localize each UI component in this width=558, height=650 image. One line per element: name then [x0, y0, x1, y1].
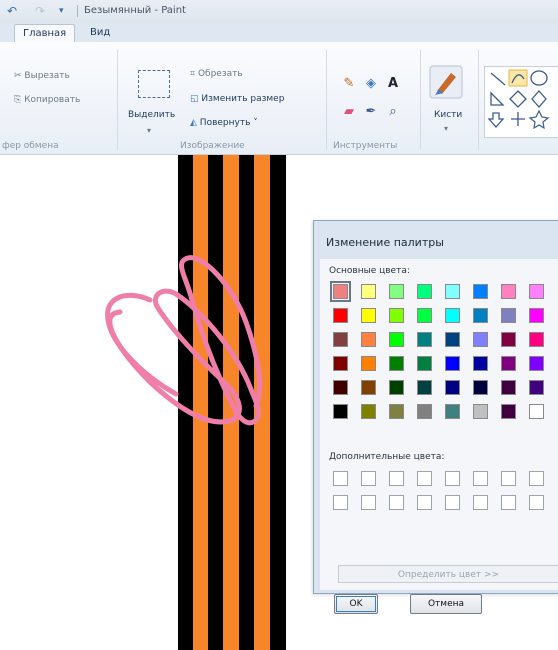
- basic-color-swatch[interactable]: [389, 308, 404, 323]
- basic-color-swatch[interactable]: [333, 356, 348, 371]
- custom-color-slot[interactable]: [361, 495, 376, 510]
- basic-color-swatch[interactable]: [417, 308, 432, 323]
- dialog-title: Изменение палитры: [326, 236, 444, 249]
- custom-color-slot[interactable]: [389, 471, 404, 486]
- basic-color-swatch[interactable]: [501, 284, 516, 299]
- basic-color-swatch[interactable]: [389, 404, 404, 419]
- basic-color-swatch[interactable]: [330, 281, 351, 302]
- basic-color-swatch[interactable]: [473, 284, 488, 299]
- basic-color-swatch[interactable]: [417, 404, 432, 419]
- custom-color-slot[interactable]: [445, 471, 460, 486]
- basic-color-swatch[interactable]: [473, 356, 488, 371]
- basic-color-swatch[interactable]: [333, 380, 348, 395]
- dialog-body: Основные цвета: Дополнительные цвета: Оп…: [320, 259, 558, 614]
- custom-color-slot[interactable]: [529, 471, 544, 486]
- basic-color-swatch[interactable]: [529, 308, 544, 323]
- basic-color-swatch[interactable]: [501, 332, 516, 347]
- basic-color-swatch[interactable]: [501, 380, 516, 395]
- basic-color-swatch[interactable]: [389, 380, 404, 395]
- custom-color-slot[interactable]: [333, 471, 348, 486]
- custom-color-slot[interactable]: [417, 495, 432, 510]
- basic-color-swatch[interactable]: [361, 308, 376, 323]
- basic-color-swatch[interactable]: [473, 404, 488, 419]
- custom-color-slot[interactable]: [361, 471, 376, 486]
- basic-color-swatch[interactable]: [501, 356, 516, 371]
- basic-color-swatch[interactable]: [473, 308, 488, 323]
- basic-color-swatch[interactable]: [361, 284, 376, 299]
- custom-color-slot[interactable]: [473, 471, 488, 486]
- basic-color-swatch[interactable]: [333, 332, 348, 347]
- custom-colors-label: Дополнительные цвета:: [329, 452, 445, 462]
- basic-color-swatch[interactable]: [445, 404, 460, 419]
- basic-color-swatch[interactable]: [445, 332, 460, 347]
- basic-color-swatch[interactable]: [473, 332, 488, 347]
- custom-color-slot[interactable]: [501, 471, 516, 486]
- basic-color-swatch[interactable]: [361, 332, 376, 347]
- basic-color-swatch[interactable]: [417, 356, 432, 371]
- basic-color-swatch[interactable]: [361, 356, 376, 371]
- custom-color-slot[interactable]: [445, 495, 460, 510]
- basic-color-swatch[interactable]: [417, 284, 432, 299]
- custom-color-slot[interactable]: [529, 495, 544, 510]
- custom-color-slot[interactable]: [389, 495, 404, 510]
- basic-color-swatch[interactable]: [529, 284, 544, 299]
- basic-color-swatch[interactable]: [445, 308, 460, 323]
- basic-color-swatch[interactable]: [333, 404, 348, 419]
- basic-color-swatch[interactable]: [445, 356, 460, 371]
- edit-colors-dialog: Изменение палитры Основные цвета: Дополн…: [313, 220, 558, 614]
- ok-button[interactable]: OK: [334, 594, 378, 614]
- basic-color-swatch[interactable]: [389, 332, 404, 347]
- custom-color-slot[interactable]: [333, 495, 348, 510]
- basic-color-swatch[interactable]: [417, 332, 432, 347]
- custom-color-slot[interactable]: [417, 471, 432, 486]
- define-custom-color-button[interactable]: Определить цвет >>: [338, 565, 558, 583]
- basic-color-swatch[interactable]: [361, 404, 376, 419]
- custom-color-slot[interactable]: [501, 495, 516, 510]
- basic-color-swatch[interactable]: [529, 356, 544, 371]
- basic-color-swatch[interactable]: [445, 284, 460, 299]
- basic-color-swatch[interactable]: [501, 308, 516, 323]
- basic-color-swatch[interactable]: [417, 380, 432, 395]
- cancel-button[interactable]: Отмена: [410, 594, 482, 614]
- basic-color-swatch[interactable]: [473, 380, 488, 395]
- custom-color-slot[interactable]: [473, 495, 488, 510]
- basic-color-swatch[interactable]: [529, 380, 544, 395]
- basic-color-swatch[interactable]: [333, 308, 348, 323]
- basic-color-swatch[interactable]: [529, 404, 544, 419]
- basic-color-swatch[interactable]: [389, 284, 404, 299]
- basic-color-swatch[interactable]: [501, 404, 516, 419]
- basic-colors-label: Основные цвета:: [329, 266, 410, 276]
- basic-color-swatch[interactable]: [445, 380, 460, 395]
- basic-color-swatch[interactable]: [529, 332, 544, 347]
- basic-color-swatch[interactable]: [361, 380, 376, 395]
- basic-color-swatch[interactable]: [389, 356, 404, 371]
